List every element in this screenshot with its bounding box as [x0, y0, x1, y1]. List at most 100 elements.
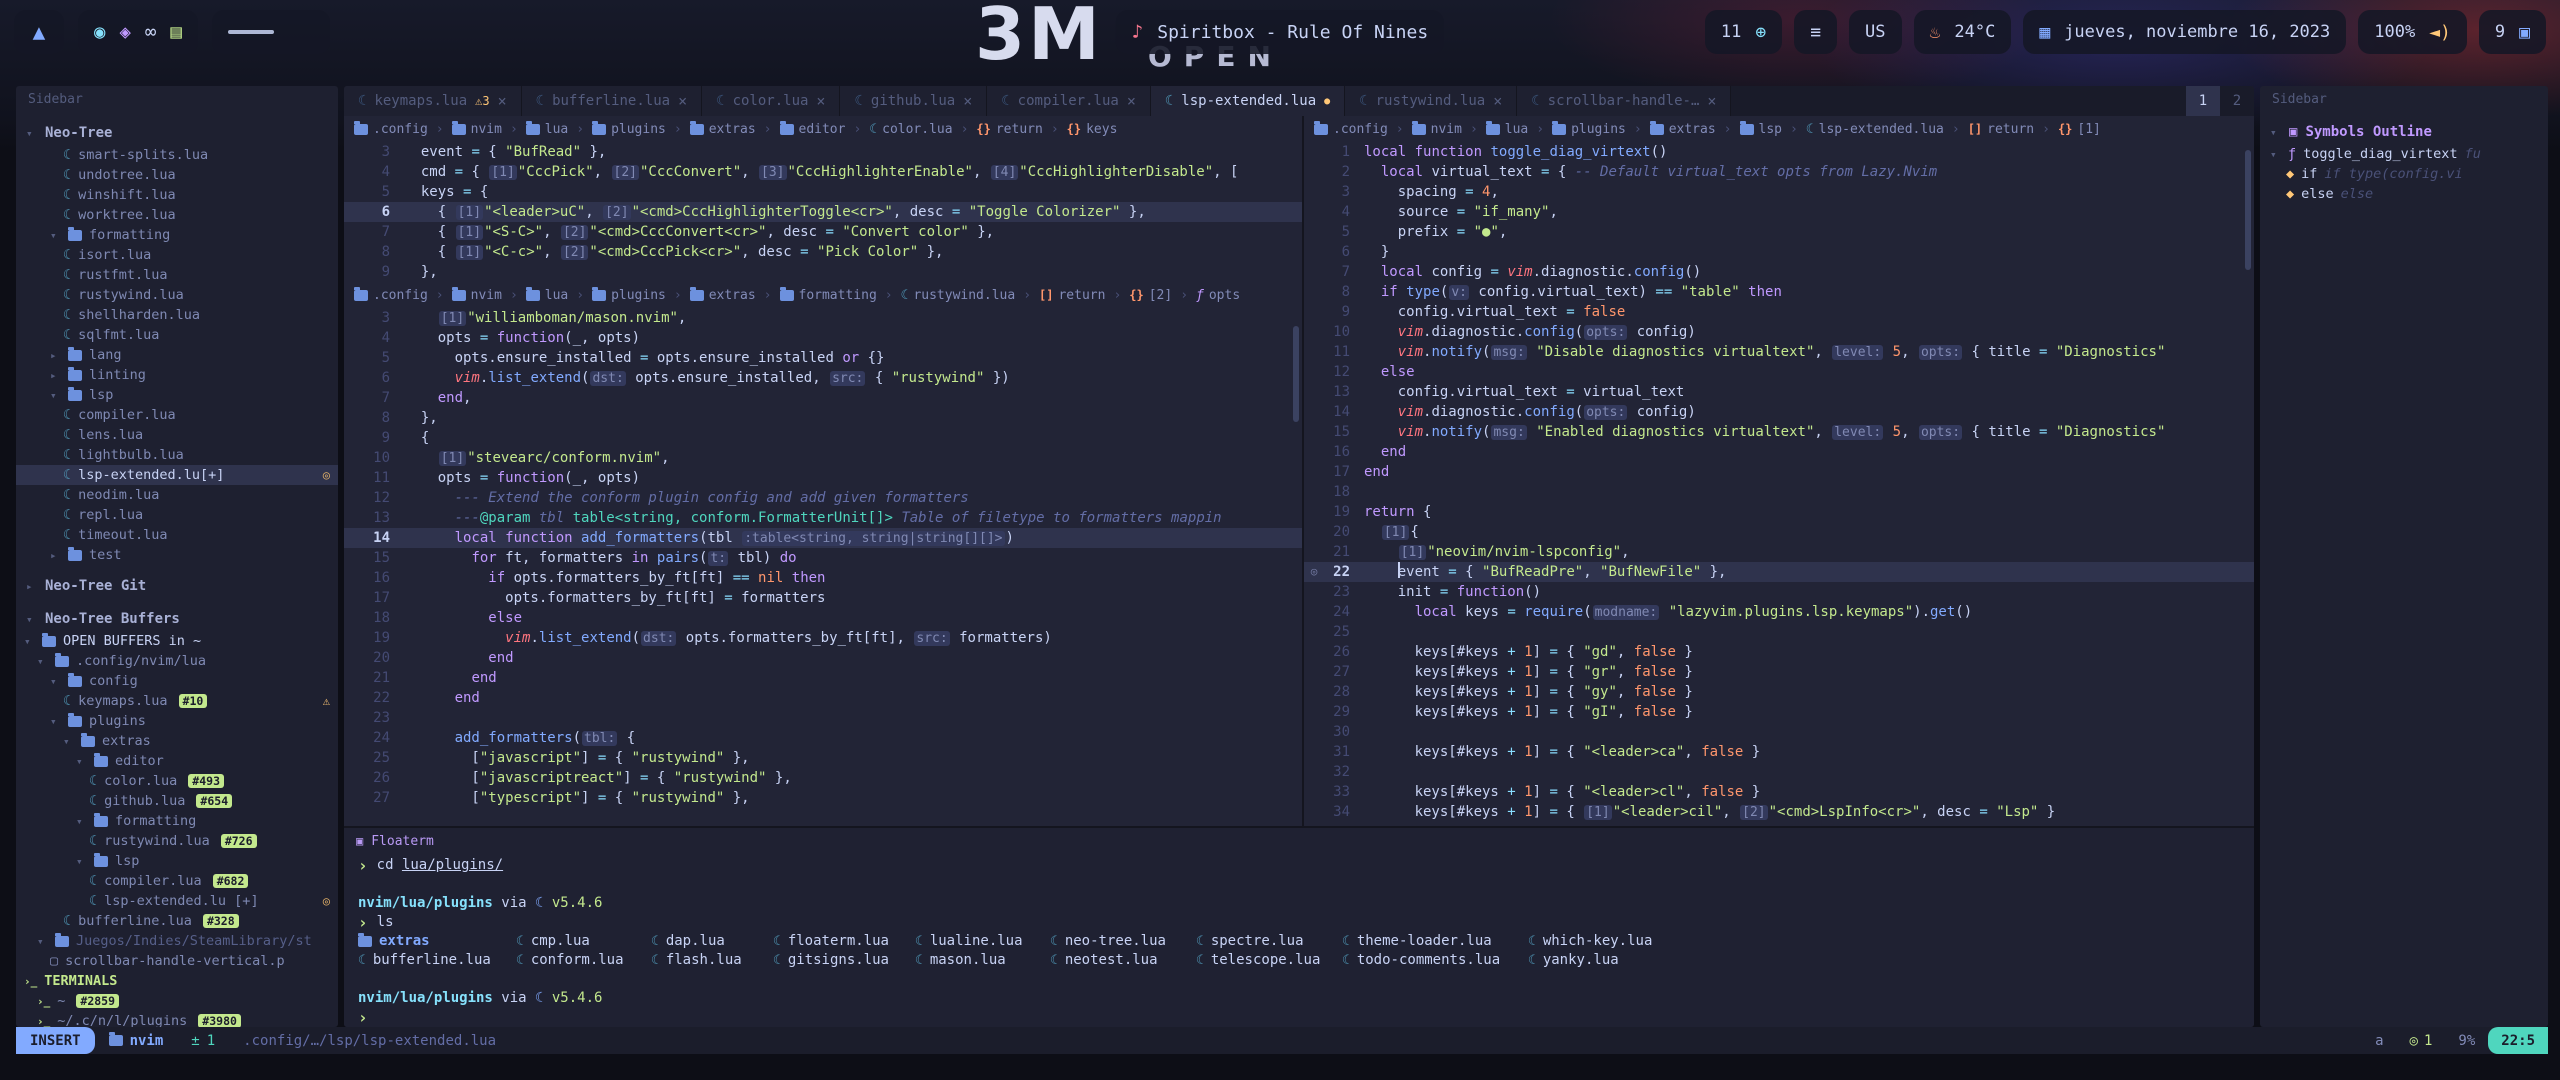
breadcrumb-item[interactable]: {}[1] [2058, 122, 2101, 137]
section-header-neo-tree-git[interactable]: ▸Neo-Tree Git [16, 574, 338, 598]
code-line[interactable]: 21 end [344, 668, 1302, 688]
keyboard-layout-widget[interactable]: US [1849, 10, 1901, 54]
breadcrumb-item[interactable]: ☾rustywind.lua [901, 288, 1016, 303]
tree-item[interactable]: ▸lang [16, 345, 338, 365]
breadcrumb-item[interactable]: ☾color.lua [869, 122, 952, 137]
tree-item[interactable]: ☾smart-splits.lua [16, 145, 338, 165]
tree-item[interactable]: ☾rustywind.lua#726 [16, 831, 338, 851]
code-line[interactable]: 7 { [1]"<S-C>", [2]"<cmd>CccConvert<cr>"… [344, 222, 1302, 242]
tree-item[interactable]: ☾winshift.lua [16, 185, 338, 205]
tree-item[interactable]: ▾formatting [16, 225, 338, 245]
now-playing-widget[interactable]: ♪ Spiritbox - Rule Of Nines [1116, 10, 1444, 54]
breadcrumb-item[interactable]: lua [1486, 122, 1528, 137]
outline-item[interactable]: ▾ƒtoggle_diag_virtextfu [2260, 144, 2548, 164]
tree-item[interactable]: ▾formatting [16, 811, 338, 831]
code-line[interactable]: 23 init = function() [1304, 582, 2254, 602]
breadcrumb-item[interactable]: lua [526, 122, 568, 137]
notifications-widget[interactable]: 9▣ [2479, 10, 2546, 54]
code-line[interactable]: 5 keys = { [344, 182, 1302, 202]
tree-item[interactable]: ☾shellharden.lua [16, 305, 338, 325]
code-line[interactable]: 24 add_formatters(tbl: { [344, 728, 1302, 748]
breadcrumb-item[interactable]: nvim [452, 122, 502, 137]
volume-widget[interactable]: 100%◄) [2358, 10, 2467, 54]
code-line[interactable]: 12 else [1304, 362, 2254, 382]
tree-item[interactable]: ☾sqlfmt.lua [16, 325, 338, 345]
code-line[interactable]: 1local function toggle_diag_virtext() [1304, 142, 2254, 162]
code-line[interactable]: 8 if type(v: config.virtual_text) == "ta… [1304, 282, 2254, 302]
tab-close-icon[interactable]: × [1707, 92, 1716, 110]
breadcrumb-item[interactable]: nvim [1412, 122, 1462, 137]
tree-item[interactable]: ☾compiler.lua#682 [16, 871, 338, 891]
breadcrumb-item[interactable]: lsp [1740, 122, 1782, 137]
code-line[interactable]: 21 [1]"neovim/nvim-lspconfig", [1304, 542, 2254, 562]
code-line[interactable]: 33 keys[#keys + 1] = { "<leader>cl", fal… [1304, 782, 2254, 802]
code-line[interactable]: 11 vim.notify(msg: "Disable diagnostics … [1304, 342, 2254, 362]
tree-item[interactable]: ›_~#2859 [16, 991, 338, 1011]
breadcrumb-item[interactable]: .config [354, 288, 428, 303]
breadcrumb-item[interactable]: editor [780, 122, 846, 137]
code-line[interactable]: 2 local virtual_text = { -- Default virt… [1304, 162, 2254, 182]
date-widget[interactable]: ▦jueves, noviembre 16, 2023 [2023, 10, 2346, 54]
code-line[interactable]: 9 config.virtual_text = false [1304, 302, 2254, 322]
code-line[interactable]: 16 end [1304, 442, 2254, 462]
breadcrumb-item[interactable]: .config [354, 122, 428, 137]
code-line[interactable]: 12 --- Extend the conform plugin config … [344, 488, 1302, 508]
tree-item[interactable]: ▸linting [16, 365, 338, 385]
code-line[interactable]: 6 { [1]"<leader>uC", [2]"<cmd>CccHighlig… [344, 202, 1302, 222]
code-line[interactable]: 27 keys[#keys + 1] = { "gr", false } [1304, 662, 2254, 682]
breadcrumb-item[interactable]: plugins [1552, 122, 1626, 137]
code-line[interactable]: 34 keys[#keys + 1] = { [1]"<leader>cil",… [1304, 802, 2254, 822]
code-line[interactable]: 8 { [1]"<C-c>", [2]"<cmd>CccPick<cr>", d… [344, 242, 1302, 262]
tree-item[interactable]: ☾undotree.lua [16, 165, 338, 185]
breadcrumb-item[interactable]: extras [690, 288, 756, 303]
code-line[interactable]: 3 event = { "BufRead" }, [344, 142, 1302, 162]
code-line[interactable]: 3 [1]"williamboman/mason.nvim", [344, 308, 1302, 328]
tree-item[interactable]: ▾.config/nvim/lua [16, 651, 338, 671]
tab-close-icon[interactable]: × [816, 92, 825, 110]
breadcrumb-item[interactable]: {}[2] [1129, 288, 1172, 303]
scrollbar[interactable] [1293, 326, 1299, 422]
code-line[interactable]: 29 keys[#keys + 1] = { "gI", false } [1304, 702, 2254, 722]
breadcrumb-item[interactable]: extras [1650, 122, 1716, 137]
code-line[interactable]: 7 end, [344, 388, 1302, 408]
tree-item[interactable]: ▸test [16, 545, 338, 565]
code-line[interactable]: 13 config.virtual_text = virtual_text [1304, 382, 2254, 402]
code-line[interactable]: 13 ---@param tbl table<string, conform.F… [344, 508, 1302, 528]
tree-item[interactable]: ☾timeout.lua [16, 525, 338, 545]
audio-icon[interactable]: ◉ [94, 23, 105, 42]
outline-item[interactable]: ◆ifif type(config.vi [2260, 164, 2548, 184]
code-line[interactable]: 32 [1304, 762, 2254, 782]
code-line[interactable]: 3 spacing = 4, [1304, 182, 2254, 202]
tab-bufferline-lua[interactable]: ☾bufferline.lua× [522, 86, 702, 116]
code-line[interactable]: 25 ["javascript"] = { "rustywind" }, [344, 748, 1302, 768]
code-line[interactable]: 15 for ft, formatters in pairs(t: tbl) d… [344, 548, 1302, 568]
editor-pane-rustywind-lua[interactable]: .config›nvim›lua›plugins›extras›formatti… [344, 282, 1302, 826]
tab-compiler-lua[interactable]: ☾compiler.lua× [987, 86, 1151, 116]
code-line[interactable]: 18 [1304, 482, 2254, 502]
tree-item[interactable]: ☾lens.lua [16, 425, 338, 445]
tree-item[interactable]: ☾lightbulb.lua [16, 445, 338, 465]
code-line[interactable]: 28 keys[#keys + 1] = { "gy", false } [1304, 682, 2254, 702]
code-line[interactable]: 7 local config = vim.diagnostic.config() [1304, 262, 2254, 282]
tab-rustywind-lua[interactable]: ☾rustywind.lua× [1345, 86, 1517, 116]
scratchpad-widget[interactable] [212, 10, 330, 54]
tabpage-2[interactable]: 2 [2220, 86, 2254, 116]
link-icon[interactable]: ∞ [145, 23, 156, 42]
breadcrumb-item[interactable]: ☾lsp-extended.lua [1806, 122, 1944, 137]
tree-item[interactable]: ▾config [16, 671, 338, 691]
code-line[interactable]: 10 vim.diagnostic.config(opts: config) [1304, 322, 2254, 342]
tab-keymaps-lua[interactable]: ☾keymaps.lua⚠3× [344, 86, 522, 116]
tab-scrollbar-handle-[interactable]: ☾scrollbar-handle-…× [1517, 86, 1731, 116]
code-line[interactable]: 18 else [344, 608, 1302, 628]
terminal-output[interactable]: ›cd lua/plugins/ nvim/lua/plugins via ☾ … [344, 854, 2254, 1027]
code-line[interactable]: 5 prefix = "●", [1304, 222, 2254, 242]
code-line[interactable]: 4 cmd = { [1]"CccPick", [2]"CccConvert",… [344, 162, 1302, 182]
breadcrumb-item[interactable]: .config [1314, 122, 1388, 137]
code-line[interactable]: 20 [1]{ [1304, 522, 2254, 542]
breadcrumb-item[interactable]: []return [1039, 288, 1105, 303]
code-line[interactable]: 14 local function add_formatters(tbl :ta… [344, 528, 1302, 548]
code-line[interactable]: 24 local keys = require(modname: "lazyvi… [1304, 602, 2254, 622]
outline-item[interactable]: ◆elseelse [2260, 184, 2548, 204]
breadcrumb-item[interactable]: {}keys [1067, 122, 1118, 137]
code-line[interactable]: 27 ["typescript"] = { "rustywind" }, [344, 788, 1302, 808]
